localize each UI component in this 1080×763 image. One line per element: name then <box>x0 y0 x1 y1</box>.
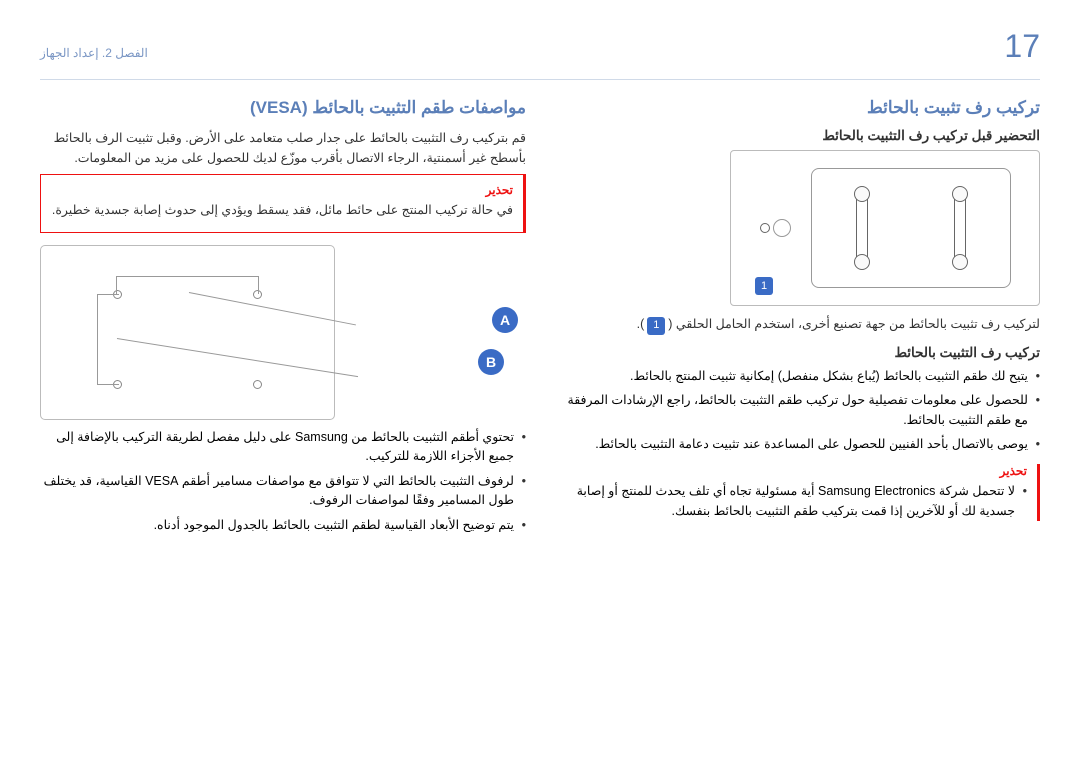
list-item: يوصى بالاتصال بأحد الفنيين للحصول على ال… <box>554 435 1040 454</box>
callout-inline-1: 1 <box>647 317 665 335</box>
prep-text-after: ). <box>637 317 645 331</box>
dimension-label-b: B <box>478 349 504 375</box>
column-left: مواصفات طقم التثبيت بالحائط (VESA) قم بت… <box>40 98 526 540</box>
chapter-label: الفصل 2. إعداد الجهاز <box>40 46 148 60</box>
page-header: 17 الفصل 2. إعداد الجهاز <box>40 28 1040 65</box>
list-item: لرفوف التثبيت بالحائط التي لا تتوافق مع … <box>40 472 526 511</box>
list-item: يتيح لك طقم التثبيت بالحائط (يُباع بشكل … <box>554 367 1040 386</box>
figure-callout-1: 1 <box>755 277 773 295</box>
warning-text: في حالة تركيب المنتج على حائط مائل، فقد … <box>51 200 513 220</box>
tv-back-outline <box>811 168 1011 288</box>
page-number: 17 <box>1004 28 1040 65</box>
header-divider <box>40 79 1040 80</box>
figure-tv-back-brackets: 1 <box>730 150 1040 306</box>
warning-box-right: تحذير لا تتحمل شركة Samsung Electronics … <box>554 464 1040 521</box>
bracket-left <box>856 193 868 263</box>
install-list: يتيح لك طقم التثبيت بالحائط (يُباع بشكل … <box>554 367 1040 455</box>
screws-group <box>760 219 791 237</box>
heading-install-shelf: تركيب رف التثبيت بالحائط <box>554 345 1040 361</box>
column-right: تركيب رف تثبيت بالحائط التحضير قبل تركيب… <box>554 98 1040 540</box>
tv-back-plain <box>40 245 335 420</box>
list-item: يتم توضيح الأبعاد القياسية لطقم التثبيت … <box>40 516 526 535</box>
list-item: للحصول على معلومات تفصيلية حول تركيب طقم… <box>554 391 1040 430</box>
dimension-label-a: A <box>492 307 518 333</box>
list-item: تحتوي أطقم التثبيت بالحائط من Samsung عل… <box>40 428 526 467</box>
list-item: لا تتحمل شركة Samsung Electronics أية مس… <box>554 482 1027 521</box>
figure-vesa-dimensions: A B <box>40 245 526 420</box>
warning-title: تحذير <box>51 183 513 197</box>
vesa-intro-text: قم بتركيب رف التثبيت بالحائط على جدار صل… <box>40 128 526 168</box>
spec-list: تحتوي أطقم التثبيت بالحائط من Samsung عل… <box>40 428 526 535</box>
warning-title: تحذير <box>554 464 1027 478</box>
warning-list: لا تتحمل شركة Samsung Electronics أية مس… <box>554 482 1027 521</box>
heading-vesa-specs: مواصفات طقم التثبيت بالحائط (VESA) <box>40 98 526 118</box>
prep-text-before: لتركيب رف تثبيت بالحائط من جهة تصنيع أخر… <box>668 317 1040 331</box>
heading-preparation: التحضير قبل تركيب رف التثبيت بالحائط <box>554 128 1040 144</box>
prep-text: لتركيب رف تثبيت بالحائط من جهة تصنيع أخر… <box>554 314 1040 335</box>
warning-box-left: تحذير في حالة تركيب المنتج على حائط مائل… <box>40 174 526 233</box>
bracket-right <box>954 193 966 263</box>
heading-install-bracket: تركيب رف تثبيت بالحائط <box>554 98 1040 118</box>
